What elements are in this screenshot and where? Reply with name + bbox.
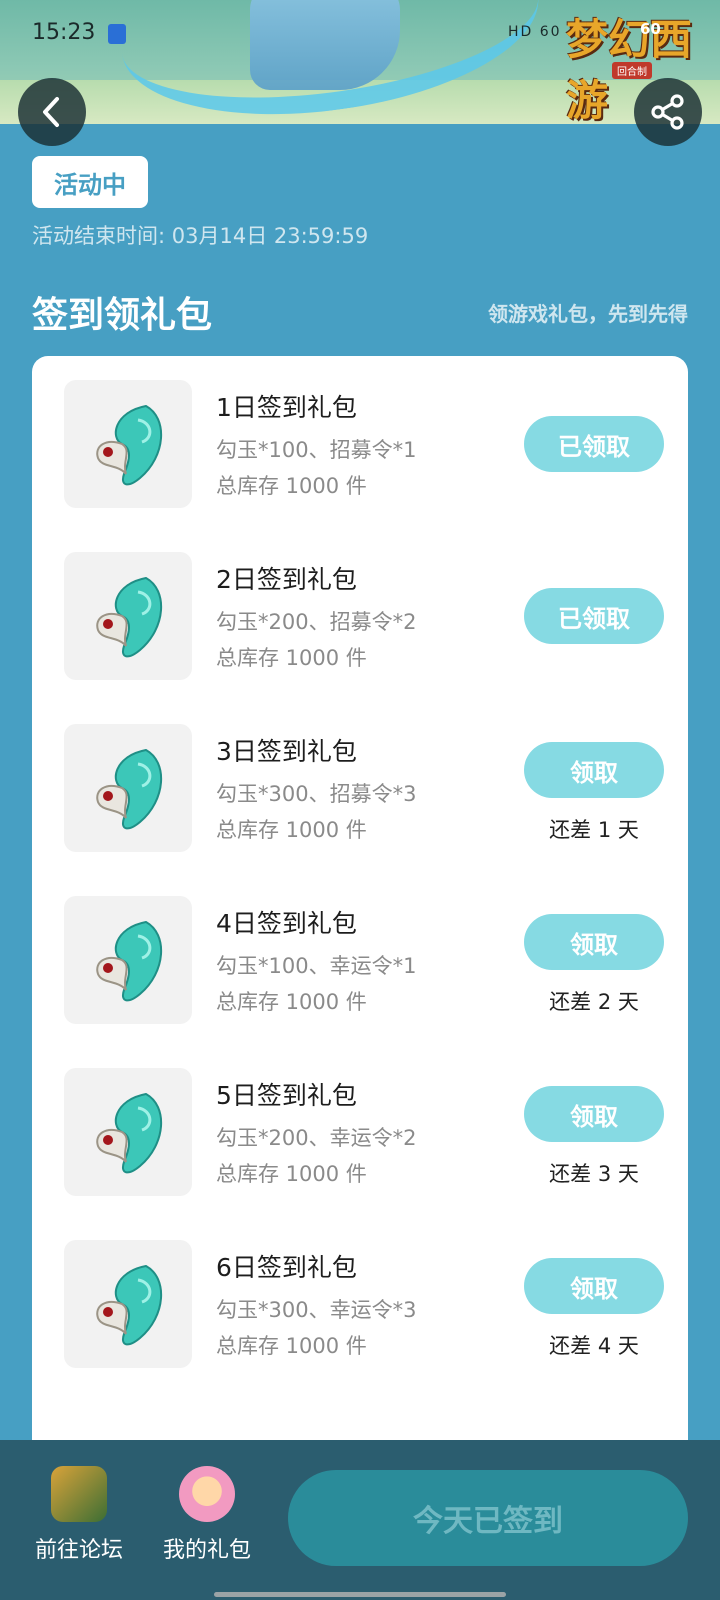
gift-thumbnail — [64, 552, 192, 680]
magatama-icon — [96, 748, 162, 830]
forum-label: 前往论坛 — [34, 1538, 123, 1563]
gift-stock: 总库存 1000 件 — [216, 1162, 367, 1186]
gift-contents: 勾玉*100、幸运令*1 — [216, 954, 417, 978]
gift-item-day5: 5日签到礼包 勾玉*200、幸运令*2 总库存 1000 件 领取 还差 3 天 — [64, 1068, 664, 1196]
magatama-icon — [96, 576, 162, 658]
checkin-button[interactable]: 今天已签到 — [288, 1470, 688, 1566]
gift-stock: 总库存 1000 件 — [216, 474, 367, 498]
gift-item-day6: 6日签到礼包 勾玉*300、幸运令*3 总库存 1000 件 领取 还差 4 天 — [64, 1240, 664, 1368]
forum-app-icon — [51, 1466, 107, 1522]
gift-title: 2日签到礼包 — [216, 565, 357, 594]
gift-thumbnail — [64, 896, 192, 1024]
gift-thumbnail — [64, 724, 192, 852]
gift-item-day2: 2日签到礼包 勾玉*200、招募令*2 总库存 1000 件 已领取 — [64, 552, 664, 680]
claim-button[interactable]: 领取 — [524, 1258, 664, 1314]
home-indicator[interactable] — [214, 1592, 506, 1597]
gift-contents: 勾玉*300、幸运令*3 — [216, 1298, 417, 1322]
logo-subtitle: 回合制 — [612, 62, 652, 79]
share-button[interactable] — [634, 78, 702, 146]
gift-thumbnail — [64, 380, 192, 508]
gift-avatar-icon — [179, 1466, 235, 1522]
section-title: 签到领礼包 — [32, 295, 213, 336]
status-time: 15:23 — [32, 20, 96, 45]
gift-contents: 勾玉*100、招募令*1 — [216, 438, 417, 462]
gift-thumbnail — [64, 1068, 192, 1196]
gift-contents: 勾玉*200、招募令*2 — [216, 610, 417, 634]
gift-stock: 总库存 1000 件 — [216, 646, 367, 670]
bottom-action-bar: 前往论坛 我的礼包 今天已签到 — [0, 1440, 720, 1600]
gift-thumbnail — [64, 1240, 192, 1368]
my-gifts-label: 我的礼包 — [162, 1538, 251, 1563]
gift-stock: 总库存 1000 件 — [216, 1334, 367, 1358]
chevron-left-icon — [43, 97, 59, 127]
gift-title: 5日签到礼包 — [216, 1081, 357, 1110]
game-banner: 15:23 HD 60 梦幻西游 60 回合制 — [0, 0, 720, 124]
share-icon — [651, 94, 684, 130]
gift-stock: 总库存 1000 件 — [216, 818, 367, 842]
claimed-button[interactable]: 已领取 — [524, 588, 664, 644]
logo-badge: 60 — [640, 20, 661, 38]
claim-button[interactable]: 领取 — [524, 914, 664, 970]
days-remaining: 还差 4 天 — [549, 1334, 639, 1358]
claimed-button[interactable]: 已领取 — [524, 416, 664, 472]
magatama-icon — [96, 1092, 162, 1174]
gift-stock: 总库存 1000 件 — [216, 990, 367, 1014]
magatama-icon — [96, 404, 162, 486]
days-remaining: 还差 3 天 — [549, 1162, 639, 1186]
gift-title: 1日签到礼包 — [216, 393, 357, 422]
claim-button[interactable]: 领取 — [524, 742, 664, 798]
gift-title: 3日签到礼包 — [216, 737, 357, 766]
magatama-icon — [96, 920, 162, 1002]
days-remaining: 还差 2 天 — [549, 990, 639, 1014]
my-gifts-link[interactable]: 我的礼包 — [152, 1466, 262, 1564]
gift-contents: 勾玉*200、幸运令*2 — [216, 1126, 417, 1150]
gift-title: 6日签到礼包 — [216, 1253, 357, 1282]
back-button[interactable] — [18, 78, 86, 146]
claim-button[interactable]: 领取 — [524, 1086, 664, 1142]
magatama-icon — [96, 1264, 162, 1346]
activity-end-time: 活动结束时间: 03月14日 23:59:59 — [32, 224, 369, 248]
forum-link[interactable]: 前往论坛 — [24, 1466, 134, 1564]
gift-list: 1日签到礼包 勾玉*100、招募令*1 总库存 1000 件 已领取 2日签到礼… — [32, 356, 688, 1456]
gift-item-day1: 1日签到礼包 勾玉*100、招募令*1 总库存 1000 件 已领取 — [64, 380, 664, 508]
gift-item-day3: 3日签到礼包 勾玉*300、招募令*3 总库存 1000 件 领取 还差 1 天 — [64, 724, 664, 852]
section-subtitle: 领游戏礼包，先到先得 — [488, 302, 688, 326]
notification-icon — [108, 24, 126, 44]
gift-contents: 勾玉*300、招募令*3 — [216, 782, 417, 806]
activity-status-badge: 活动中 — [32, 156, 148, 208]
gift-title: 4日签到礼包 — [216, 909, 357, 938]
gift-item-day4: 4日签到礼包 勾玉*100、幸运令*1 总库存 1000 件 领取 还差 2 天 — [64, 896, 664, 1024]
days-remaining: 还差 1 天 — [549, 818, 639, 842]
status-icons: HD 60 — [508, 24, 562, 40]
